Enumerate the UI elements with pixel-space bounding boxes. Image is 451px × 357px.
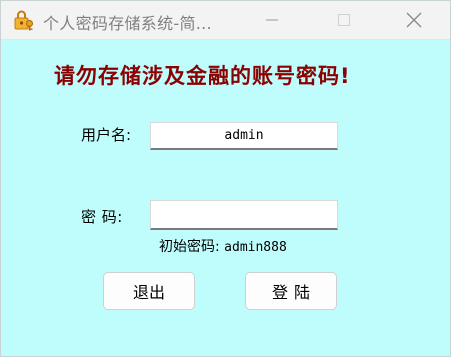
hint-value: admin888 [224,240,287,255]
initial-password-hint: 初始密码: admin888 [159,236,287,256]
username-label: 用户名: [81,126,132,144]
window-title: 个人密码存储系统-简... [43,14,212,33]
minimize-button[interactable] [249,1,295,39]
username-input[interactable] [150,122,338,150]
maximize-button[interactable] [321,1,367,39]
hint-prefix: 初始密码: [159,239,220,255]
lock-key-icon [14,10,33,31]
close-button[interactable] [391,1,437,39]
minimize-icon [266,19,278,21]
close-icon [406,12,422,28]
password-label: 密 码: [81,208,123,226]
title-bar[interactable]: 个人密码存储系统-简... [1,1,450,40]
maximize-icon [338,14,350,26]
login-button[interactable]: 登陆 [245,272,337,310]
exit-button[interactable]: 退出 [103,272,195,310]
password-input[interactable] [150,200,338,230]
warning-message: 请勿存储涉及金融的账号密码! [54,64,351,88]
login-panel: 请勿存储涉及金融的账号密码! 用户名: 密 码: 初始密码: admin888 … [1,40,450,356]
app-window: 个人密码存储系统-简... 请勿存储涉及金融的账号密码! 用户名: 密 码: 初… [0,0,451,357]
